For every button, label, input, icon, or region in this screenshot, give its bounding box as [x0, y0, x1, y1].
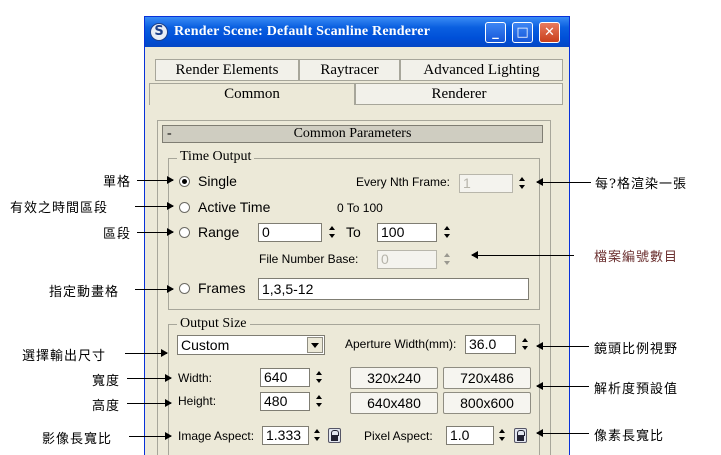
arrow-pixel-aspect [536, 429, 589, 437]
active-time-range: 0 To 100 [337, 201, 383, 215]
range-to-field[interactable]: 100 [377, 223, 437, 242]
arrow-height [127, 399, 172, 407]
arrow-frames [135, 285, 174, 293]
note-single: 單格 [103, 175, 132, 190]
arrow-range [137, 228, 174, 236]
note-width: 寬度 [92, 374, 121, 389]
arrow-every-nth [536, 178, 591, 186]
tab-renderer[interactable]: Renderer [355, 83, 563, 105]
arrow-aperture [536, 342, 589, 350]
close-button[interactable]: ✕ [539, 22, 560, 43]
note-output-size: 選擇輸出尺寸 [22, 349, 107, 364]
radio-frames[interactable] [179, 283, 190, 294]
note-file-number-base: 檔案編號數目 [594, 250, 679, 265]
range-to-spinner[interactable] [442, 223, 453, 242]
pixel-aspect-label: Pixel Aspect: [364, 429, 433, 443]
arrow-active-time [135, 202, 174, 210]
range-from-field[interactable]: 0 [258, 223, 322, 242]
output-size-preset-value: Custom [181, 337, 230, 353]
app-icon: S [150, 23, 168, 41]
note-active-time: 有效之時間區段 [10, 201, 109, 216]
height-label: Height: [178, 394, 217, 408]
every-nth-frame-field[interactable]: 1 [459, 174, 513, 193]
preset-320x240-button[interactable]: 320x240 [350, 367, 438, 389]
note-image-aspect: 影像長寬比 [42, 432, 113, 447]
range-label: Range [198, 224, 240, 240]
width-spinner[interactable] [314, 368, 325, 387]
preset-800x600-button[interactable]: 800x600 [443, 392, 531, 414]
file-number-base-field[interactable]: 0 [377, 250, 437, 269]
image-aspect-lock-icon[interactable] [328, 428, 341, 443]
time-output-title: Time Output [177, 149, 255, 165]
note-aperture: 鏡頭比例視野 [594, 342, 679, 357]
note-presets: 解析度預設值 [594, 382, 679, 397]
active-time-label: Active Time [198, 199, 271, 215]
pixel-aspect-lock-icon[interactable] [514, 428, 527, 443]
tab-common[interactable]: Common [149, 83, 355, 105]
arrow-output-size [125, 349, 168, 357]
arrow-image-aspect [129, 432, 172, 440]
tab-raytracer[interactable]: Raytracer [299, 59, 400, 81]
image-aspect-label: Image Aspect: [178, 429, 255, 443]
height-spinner[interactable] [314, 392, 325, 411]
every-nth-frame-label: Every Nth Frame: [356, 175, 451, 189]
note-every-nth: 每?格渲染一張 [595, 177, 687, 192]
radio-active-time[interactable] [179, 202, 190, 213]
aperture-width-label: Aperture Width(mm): [345, 337, 457, 351]
single-label: Single [198, 173, 237, 189]
minimize-button[interactable]: _ [485, 22, 506, 43]
preset-720x486-button[interactable]: 720x486 [443, 367, 531, 389]
frames-field[interactable]: 1,3,5-12 [258, 278, 529, 300]
range-to-label: To [346, 224, 361, 240]
arrow-width [127, 374, 172, 382]
frames-label: Frames [198, 280, 246, 296]
pixel-aspect-field[interactable]: 1.0 [446, 426, 494, 445]
rollout-collapse-toggle[interactable]: - [167, 126, 172, 142]
output-size-title: Output Size [177, 316, 250, 332]
tab-advanced-lighting[interactable]: Advanced Lighting [400, 59, 563, 81]
aperture-width-spinner[interactable] [520, 335, 531, 354]
radio-range[interactable] [179, 227, 190, 238]
every-nth-frame-spinner[interactable] [517, 174, 528, 193]
note-range: 區段 [103, 227, 132, 242]
maximize-button[interactable]: □ [512, 22, 533, 43]
radio-single[interactable] [179, 176, 190, 187]
image-aspect-spinner[interactable] [312, 426, 323, 445]
arrow-presets [536, 382, 589, 390]
note-pixel-aspect: 像素長寬比 [594, 429, 665, 444]
window-title: Render Scene: Default Scanline Renderer [174, 24, 431, 39]
chevron-down-icon[interactable] [307, 337, 323, 353]
note-height: 高度 [92, 399, 121, 414]
tab-render-elements[interactable]: Render Elements [155, 59, 299, 81]
arrow-single [137, 176, 174, 184]
file-number-base-label: File Number Base: [259, 252, 359, 266]
width-label: Width: [178, 371, 213, 385]
output-size-preset-dropdown[interactable]: Custom [177, 335, 325, 355]
title-bar[interactable]: S Render Scene: Default Scanline Rendere… [145, 17, 569, 47]
height-field[interactable]: 480 [260, 392, 310, 411]
file-number-base-spinner[interactable] [442, 250, 453, 269]
image-aspect-field[interactable]: 1.333 [262, 426, 309, 445]
width-field[interactable]: 640 [260, 368, 310, 387]
range-from-spinner[interactable] [327, 223, 338, 242]
pixel-aspect-spinner[interactable] [497, 426, 508, 445]
arrow-file-number-base [471, 251, 574, 259]
preset-640x480-button[interactable]: 640x480 [350, 392, 438, 414]
note-frames: 指定動畫格 [49, 285, 120, 300]
aperture-width-field[interactable]: 36.0 [465, 335, 516, 354]
render-scene-dialog: S Render Scene: Default Scanline Rendere… [144, 16, 570, 455]
rollout-header[interactable]: Common Parameters - [162, 125, 543, 143]
rollout-title: Common Parameters [293, 126, 412, 141]
